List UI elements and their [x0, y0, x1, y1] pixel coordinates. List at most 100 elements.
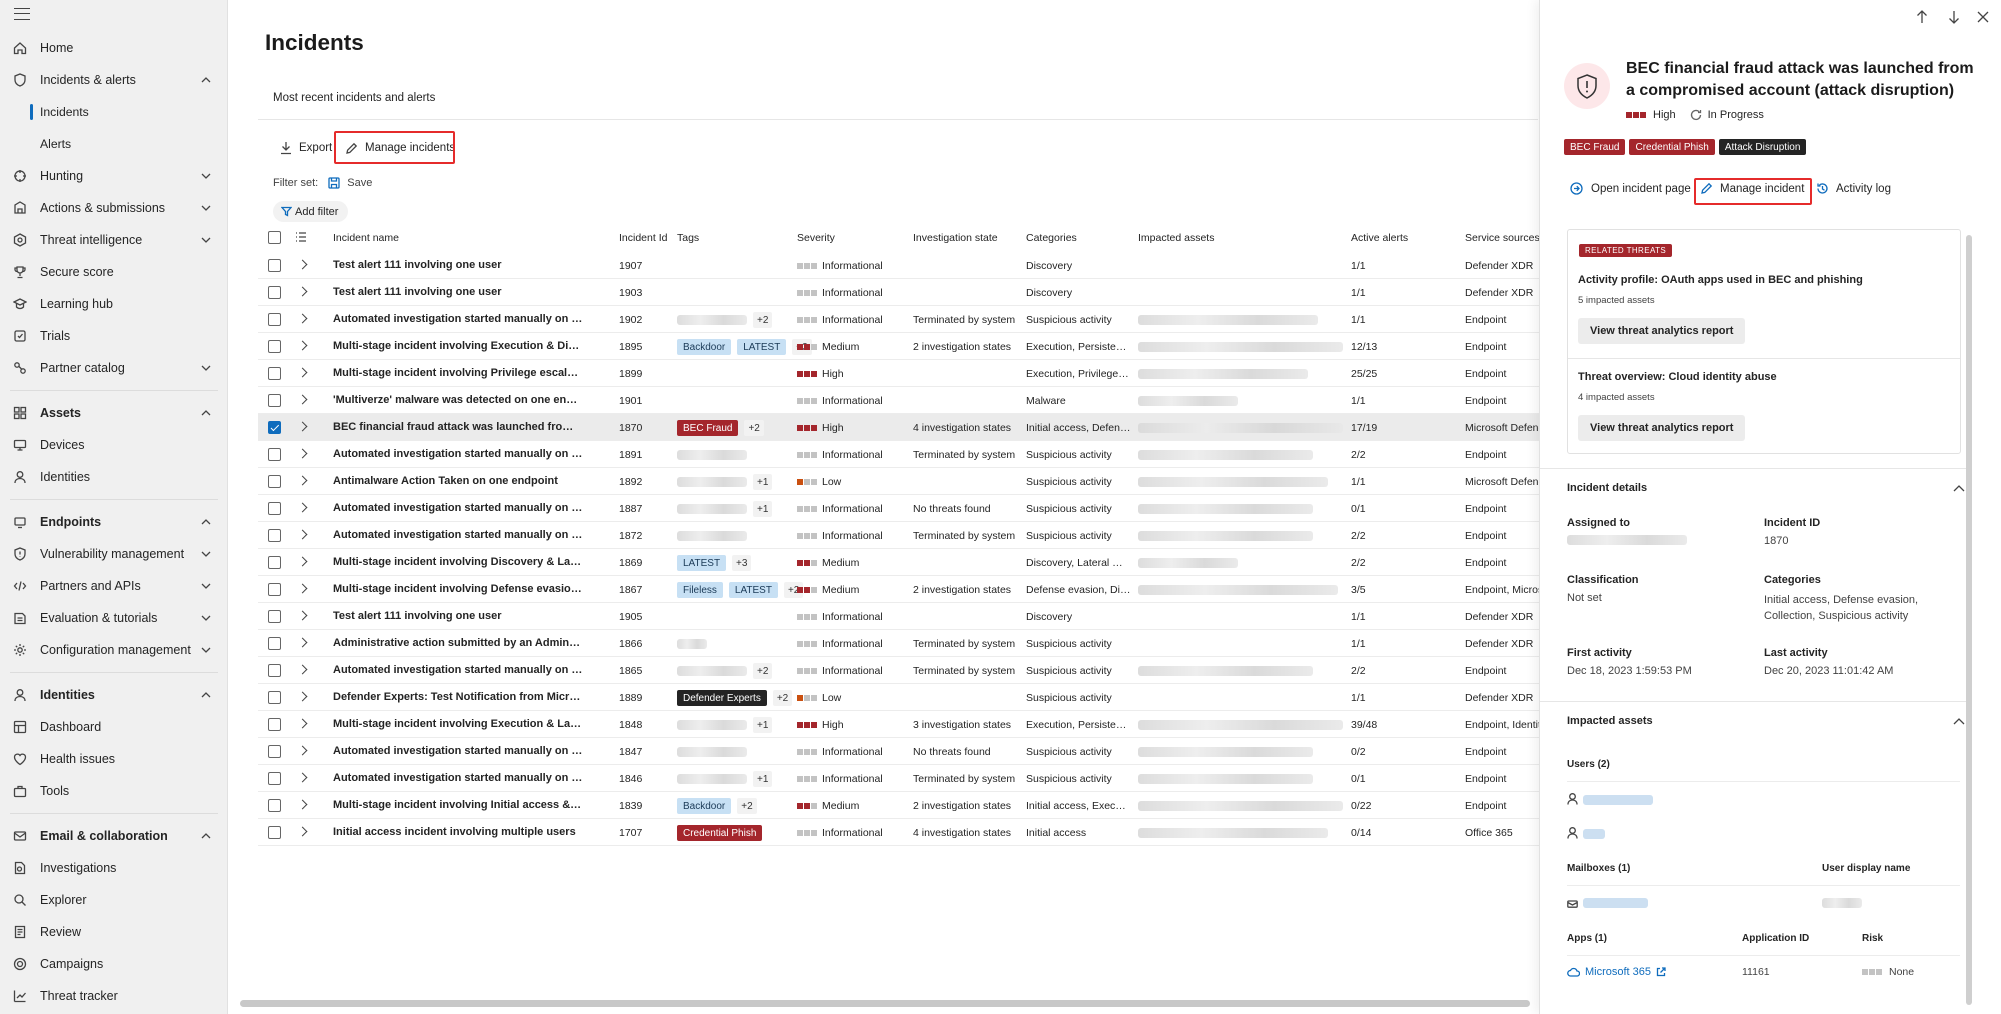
nav-item-endpoints[interactable]: Endpoints — [0, 506, 227, 538]
row-checkbox[interactable] — [268, 691, 281, 704]
nav-item-vulnerability-management[interactable]: Vulnerability management — [0, 538, 227, 570]
row-checkbox[interactable] — [268, 799, 281, 812]
chevron-down-icon[interactable] — [200, 548, 212, 560]
nav-item-partners-and-apis[interactable]: Partners and APIs — [0, 570, 227, 602]
table-row[interactable]: Multi-stage incident involving Discovery… — [258, 549, 1539, 576]
row-checkbox[interactable] — [268, 718, 281, 731]
incident-name[interactable]: 'Multiverze' malware was detected on one… — [333, 394, 583, 406]
app-link[interactable]: Microsoft 365 — [1585, 966, 1666, 978]
incident-name[interactable]: Multi-stage incident involving Privilege… — [333, 367, 583, 379]
row-checkbox[interactable] — [268, 313, 281, 326]
incident-name[interactable]: BEC financial fraud attack was launched … — [333, 421, 583, 433]
nav-item-identities[interactable]: Identities — [0, 679, 227, 711]
select-all-checkbox[interactable] — [268, 231, 281, 244]
chevron-up-icon[interactable] — [1953, 717, 1965, 725]
expand-chevron-icon[interactable] — [297, 421, 308, 432]
row-checkbox[interactable] — [268, 502, 281, 515]
threat-title[interactable]: Threat overview: Cloud identity abuse — [1578, 371, 1777, 383]
row-checkbox[interactable] — [268, 394, 281, 407]
table-row[interactable]: Automated investigation started manually… — [258, 306, 1539, 333]
chevron-down-icon[interactable] — [200, 170, 212, 182]
nav-item-alerts[interactable]: Alerts — [0, 128, 227, 160]
expand-chevron-icon[interactable] — [297, 394, 308, 405]
arrow-up-icon[interactable] — [1916, 10, 1928, 24]
table-row[interactable]: 'Multiverze' malware was detected on one… — [258, 387, 1539, 414]
nav-item-home[interactable]: Home — [0, 32, 227, 64]
incident-name[interactable]: Automated investigation started manually… — [333, 772, 583, 784]
table-row[interactable]: Test alert 111 involving one user 1903 Inf… — [258, 279, 1539, 306]
view-threat-report-button[interactable]: View threat analytics report — [1578, 415, 1746, 441]
incident-name[interactable]: Automated investigation started manually… — [333, 502, 583, 514]
horizontal-scrollbar[interactable] — [240, 1000, 1530, 1007]
nav-item-identities[interactable]: Identities — [0, 461, 227, 493]
table-row[interactable]: Test alert 111 involving one user 1907 Inf… — [258, 252, 1539, 279]
incident-name[interactable]: Multi-stage incident involving Execution… — [333, 718, 583, 730]
row-checkbox[interactable] — [268, 448, 281, 461]
user-link-redacted[interactable] — [1583, 829, 1605, 839]
nav-item-email-collaboration[interactable]: Email & collaboration — [0, 820, 227, 852]
nav-item-incidents[interactable]: Incidents — [0, 96, 227, 128]
table-row[interactable]: Multi-stage incident involving Execution… — [258, 333, 1539, 360]
incident-name[interactable]: Multi-stage incident involving Defense e… — [333, 583, 583, 595]
row-checkbox[interactable] — [268, 826, 281, 839]
chevron-up-icon[interactable] — [1953, 484, 1965, 492]
activity-log-link[interactable]: Activity log — [1816, 182, 1891, 195]
chevron-down-icon[interactable] — [200, 612, 212, 624]
row-checkbox[interactable] — [268, 583, 281, 596]
incident-name[interactable]: Test alert 111 involving one user — [333, 610, 583, 622]
incident-name[interactable]: Automated investigation started manually… — [333, 664, 583, 676]
expand-chevron-icon[interactable] — [297, 448, 308, 459]
view-threat-report-button[interactable]: View threat analytics report — [1578, 318, 1746, 344]
nav-item-evaluation-tutorials[interactable]: Evaluation & tutorials — [0, 602, 227, 634]
threat-title[interactable]: Activity profile: OAuth apps used in BEC… — [1578, 274, 1863, 286]
table-row[interactable]: Automated investigation started manually… — [258, 657, 1539, 684]
expand-chevron-icon[interactable] — [297, 502, 308, 513]
expand-chevron-icon[interactable] — [297, 826, 308, 837]
expand-chevron-icon[interactable] — [297, 556, 308, 567]
table-row[interactable]: Multi-stage incident involving Defense e… — [258, 576, 1539, 603]
close-icon[interactable] — [1977, 11, 1989, 23]
table-row[interactable]: Automated investigation started manually… — [258, 441, 1539, 468]
arrow-down-icon[interactable] — [1948, 10, 1960, 24]
table-row[interactable]: Initial access incident involving multip… — [258, 819, 1539, 846]
list-icon[interactable] — [295, 232, 307, 242]
nav-item-campaigns[interactable]: Campaigns — [0, 948, 227, 980]
expand-chevron-icon[interactable] — [297, 583, 308, 594]
nav-item-threat-intelligence[interactable]: Threat intelligence — [0, 224, 227, 256]
col-severity[interactable]: Severity — [797, 232, 835, 244]
nav-item-secure-score[interactable]: Secure score — [0, 256, 227, 288]
row-checkbox[interactable] — [268, 664, 281, 677]
incident-name[interactable]: Automated investigation started manually… — [333, 313, 583, 325]
expand-chevron-icon[interactable] — [297, 475, 308, 486]
nav-item-learning-hub[interactable]: Learning hub — [0, 288, 227, 320]
incident-name[interactable]: Antimalware Action Taken on one endpoint — [333, 475, 583, 487]
expand-chevron-icon[interactable] — [297, 799, 308, 810]
open-incident-page-link[interactable]: Open incident page — [1570, 182, 1691, 195]
mailbox-link-redacted[interactable] — [1583, 898, 1648, 908]
expand-chevron-icon[interactable] — [297, 529, 308, 540]
col-investigation-state[interactable]: Investigation state — [913, 232, 998, 244]
expand-chevron-icon[interactable] — [297, 772, 308, 783]
expand-chevron-icon[interactable] — [297, 367, 308, 378]
incident-name[interactable]: Automated investigation started manually… — [333, 529, 583, 541]
expand-chevron-icon[interactable] — [297, 664, 308, 675]
incident-name[interactable]: Test alert 111 involving one user — [333, 259, 583, 271]
col-incident-id[interactable]: Incident Id — [619, 232, 667, 244]
expand-chevron-icon[interactable] — [297, 718, 308, 729]
table-row[interactable]: Multi-stage incident involving Privilege… — [258, 360, 1539, 387]
table-row[interactable]: Automated investigation started manually… — [258, 738, 1539, 765]
add-filter-button[interactable]: Add filter — [273, 201, 349, 222]
row-checkbox[interactable] — [268, 340, 281, 353]
table-row[interactable]: Automated investigation started manually… — [258, 522, 1539, 549]
incident-name[interactable]: Automated investigation started manually… — [333, 745, 583, 757]
chevron-down-icon[interactable] — [200, 362, 212, 374]
nav-item-dashboard[interactable]: Dashboard — [0, 711, 227, 743]
table-row[interactable]: Automated investigation started manually… — [258, 765, 1539, 792]
expand-chevron-icon[interactable] — [297, 313, 308, 324]
chevron-up-icon[interactable] — [200, 516, 212, 528]
col-tags[interactable]: Tags — [677, 232, 699, 244]
incident-name[interactable]: Initial access incident involving multip… — [333, 826, 583, 838]
nav-item-assets[interactable]: Assets — [0, 397, 227, 429]
nav-item-devices[interactable]: Devices — [0, 429, 227, 461]
chevron-down-icon[interactable] — [200, 202, 212, 214]
